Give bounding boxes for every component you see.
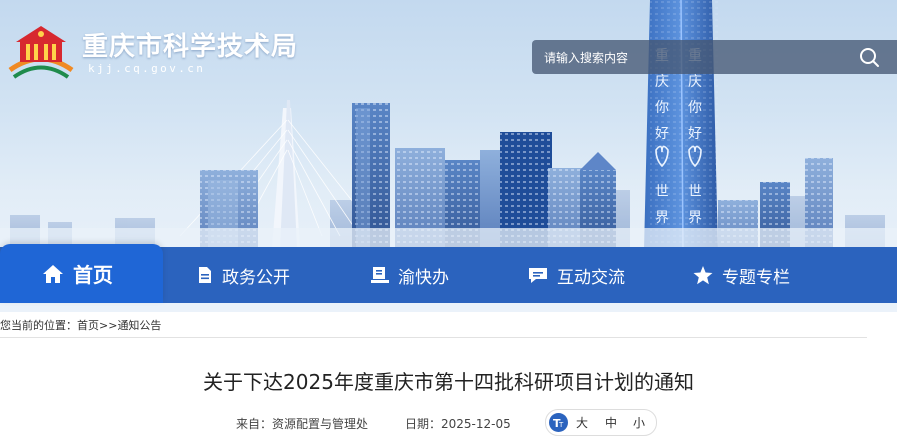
svg-text:你: 你 [688,100,702,116]
search-input[interactable] [542,47,846,69]
stamp-icon [371,267,389,283]
breadcrumb-current-link[interactable]: 通知公告 [117,319,161,332]
svg-text:世: 世 [655,184,669,200]
search-button[interactable] [855,44,883,70]
source-label: 来自： [236,417,273,431]
nav-item-interaction[interactable]: 互动交流 [528,247,625,303]
date-label: 日期： [405,417,442,431]
star-icon [693,265,713,284]
chat-icon [529,268,547,283]
nav-item-label: 专题专栏 [722,267,790,288]
article-source: 来自：资源配置与管理处 [236,415,368,432]
search-icon [860,48,879,67]
nav-item-label: 首页 [73,263,113,287]
breadcrumb-separator: >> [99,319,118,332]
font-small-button[interactable]: 小 [633,414,645,431]
nav-item-gov-affairs[interactable]: 政务公开 [197,247,290,303]
home-icon [43,264,63,283]
breadcrumb: 您当前的位置：首页>>通知公告 [0,317,161,333]
nav-item-yukuaiban[interactable]: 渝快办 [371,247,449,303]
font-size-icon: T T [549,413,568,432]
nav-item-label: 互动交流 [557,267,625,288]
nav-item-home[interactable]: 首页 [42,244,113,303]
document-icon [199,267,211,283]
svg-text:T: T [558,421,564,429]
divider [0,337,867,338]
breadcrumb-home-link[interactable]: 首页 [77,319,99,332]
breadcrumb-prefix: 您当前的位置： [0,319,77,332]
svg-text:界: 界 [655,210,669,226]
article-title: 关于下达2025年度重庆市第十四批科研项目计划的通知 [203,370,694,394]
svg-text:世: 世 [688,184,702,200]
emblem-logo-icon [8,26,74,79]
nav-item-special-topics[interactable]: 专题专栏 [693,247,790,303]
svg-text:庆: 庆 [655,74,669,90]
date-value: 2025-12-05 [441,417,511,431]
font-medium-button[interactable]: 中 [605,414,617,431]
font-large-button[interactable]: 大 [576,414,588,431]
article-date: 日期：2025-12-05 [405,415,511,432]
source-value: 资源配置与管理处 [272,417,369,431]
nav-item-label: 渝快办 [398,267,449,288]
svg-text:庆: 庆 [688,74,702,90]
svg-text:好: 好 [655,126,669,142]
nav-item-label: 政务公开 [222,267,290,288]
svg-text:好: 好 [688,126,702,142]
search-bar [532,40,897,74]
svg-text:你: 你 [655,100,669,116]
font-size-switcher: T T 大 中 小 [545,409,657,436]
svg-text:界: 界 [688,210,702,226]
site-title: 重庆市科学技术局 [82,32,299,62]
site-domain: kjj.cq.gov.cn [88,62,206,75]
